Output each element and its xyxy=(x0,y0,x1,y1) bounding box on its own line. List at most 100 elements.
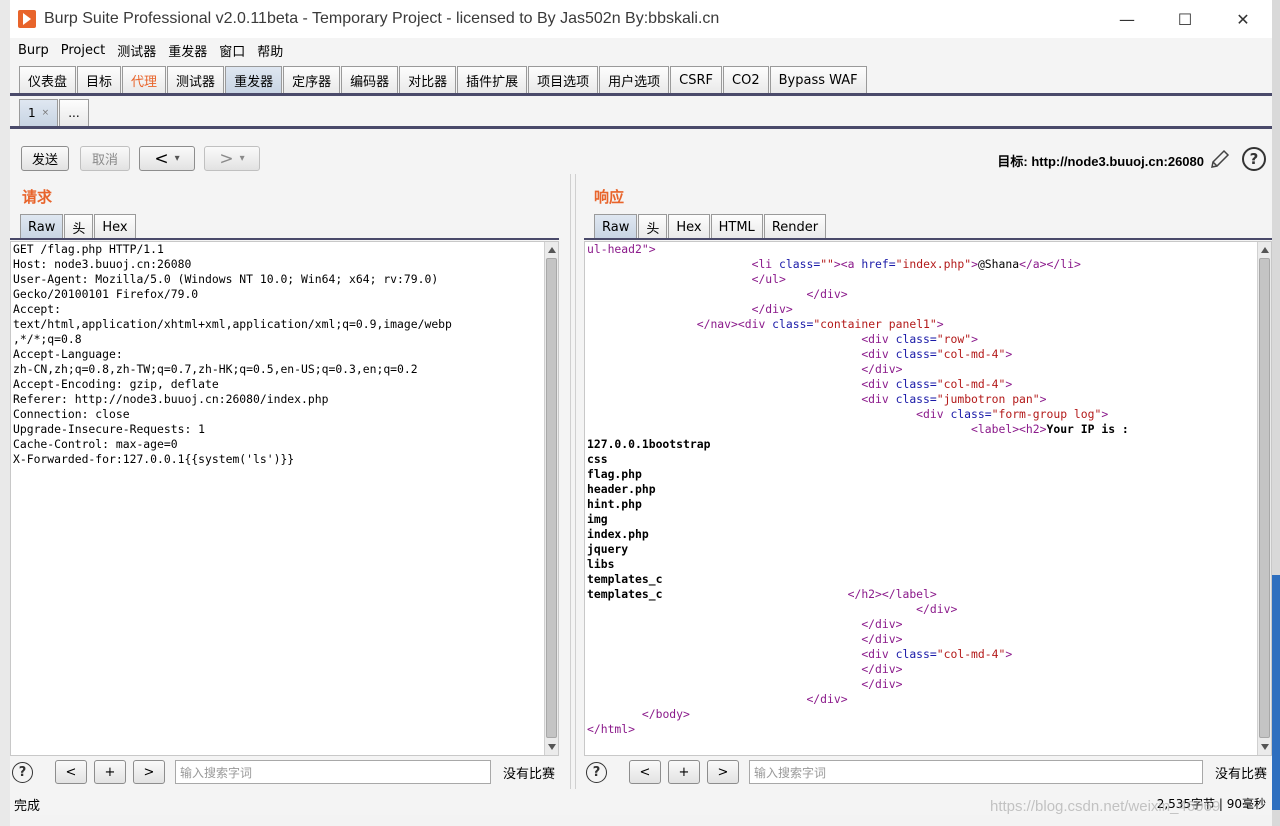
request-scrollbar-thumb[interactable] xyxy=(546,258,557,738)
help-icon[interactable]: ? xyxy=(1242,147,1266,171)
search-prev-button[interactable]: < xyxy=(629,760,661,784)
request-line: Upgrade-Insecure-Requests: 1 xyxy=(13,422,206,436)
background-scrollbar xyxy=(1272,0,1280,826)
back-button[interactable]: < ▾ xyxy=(139,146,195,171)
response-tab-headers[interactable]: 头 xyxy=(638,214,668,239)
search-help-icon[interactable]: ? xyxy=(12,761,33,783)
scroll-up-icon[interactable] xyxy=(548,247,556,253)
response-scrollbar-thumb[interactable] xyxy=(1259,258,1270,738)
request-tab-underline xyxy=(10,238,559,240)
close-tab-icon[interactable]: × xyxy=(42,108,50,118)
request-editor[interactable]: GET /flag.php HTTP/1.1 Host: node3.buuoj.… xyxy=(10,241,559,756)
tab-decoder[interactable]: 编码器 xyxy=(341,66,399,93)
request-tab-headers[interactable]: 头 xyxy=(64,214,94,239)
request-line: Cache-Control: max-age=0 xyxy=(13,437,178,451)
search-next-button[interactable]: > xyxy=(707,760,739,784)
tab-sequencer[interactable]: 定序器 xyxy=(283,66,341,93)
tab-comparer[interactable]: 对比器 xyxy=(399,66,457,93)
tab-project-options[interactable]: 项目选项 xyxy=(528,66,599,93)
tab-user-options[interactable]: 用户选项 xyxy=(599,66,670,93)
request-line: Accept: xyxy=(13,302,62,316)
ls-output-line: templates_c xyxy=(587,572,663,586)
response-link-text: @Shana xyxy=(977,257,1020,271)
your-ip-label: Your IP is : xyxy=(1046,422,1129,436)
background-window-edge xyxy=(0,0,10,826)
search-add-button[interactable]: + xyxy=(94,760,126,784)
forward-button[interactable]: > ▾ xyxy=(204,146,260,171)
response-title: 响应 xyxy=(594,189,625,206)
request-search-bar: ? < + > 输入搜索字词 没有比赛 xyxy=(12,758,555,786)
tab-dashboard[interactable]: 仪表盘 xyxy=(19,66,77,93)
search-help-icon[interactable]: ? xyxy=(586,761,607,783)
search-prev-button[interactable]: < xyxy=(55,760,87,784)
tab-extender[interactable]: 插件扩展 xyxy=(457,66,528,93)
status-text: 完成 xyxy=(14,799,41,814)
ls-output-line: header.php xyxy=(587,482,656,496)
response-search-bar: ? < + > 输入搜索字词 没有比赛 xyxy=(586,758,1267,786)
dropdown-icon: ▾ xyxy=(174,153,180,164)
new-repeater-tab[interactable]: ... xyxy=(59,99,89,126)
repeater-panel: 发送 取消 < ▾ > ▾ 目标: http://node3.buuoj.cn:… xyxy=(10,129,1272,815)
scroll-up-icon[interactable] xyxy=(1261,247,1269,253)
request-line: Gecko/20100101 Firefox/79.0 xyxy=(13,287,199,301)
response-tab-html[interactable]: HTML xyxy=(710,214,763,239)
request-tab-hex[interactable]: Hex xyxy=(94,214,136,239)
scroll-down-icon[interactable] xyxy=(1261,744,1269,750)
repeater-tab-label: 1 xyxy=(28,106,36,120)
target-label: 目标: http://node3.buuoj.cn:26080 xyxy=(997,154,1204,169)
close-button[interactable]: ✕ xyxy=(1214,0,1272,38)
request-line: Connection: close xyxy=(13,407,130,421)
response-tab-hex[interactable]: Hex xyxy=(668,214,710,239)
menu-repeater[interactable]: 重发器 xyxy=(164,41,211,60)
tab-intruder[interactable]: 测试器 xyxy=(167,66,225,93)
menu-burp[interactable]: Burp xyxy=(14,43,53,58)
edit-target-pencil-icon[interactable] xyxy=(1208,147,1232,171)
cancel-button[interactable]: 取消 xyxy=(80,146,130,171)
request-tab-raw[interactable]: Raw xyxy=(20,214,64,239)
request-view-tabs: Raw 头 Hex xyxy=(20,213,137,239)
tab-repeater[interactable]: 重发器 xyxy=(225,66,283,93)
request-line: zh-CN,zh;q=0.8,zh-TW;q=0.7,zh-HK;q=0.5,e… xyxy=(13,362,418,376)
back-arrow-icon: < xyxy=(154,148,169,169)
minimize-button[interactable]: — xyxy=(1098,0,1156,38)
ls-output-line: flag.php xyxy=(587,467,642,481)
title-bar: Burp Suite Professional v2.0.11beta - Te… xyxy=(10,0,1272,38)
tab-bypass-waf[interactable]: Bypass WAF xyxy=(769,66,867,93)
request-line: text/html,application/xhtml+xml,applicat… xyxy=(13,317,452,331)
request-match-count: 没有比赛 xyxy=(503,766,556,782)
response-tab-raw[interactable]: Raw xyxy=(594,214,638,239)
menu-window[interactable]: 窗口 xyxy=(215,41,249,60)
response-editor[interactable]: ul-head2"> <li class=""><a href="index.p… xyxy=(584,241,1272,756)
response-match-count: 没有比赛 xyxy=(1215,766,1268,782)
request-scrollbar[interactable] xyxy=(544,242,558,755)
request-line: Host: node3.buuoj.cn:26080 xyxy=(13,257,192,271)
response-search-input[interactable]: 输入搜索字词 xyxy=(749,760,1203,784)
menu-project[interactable]: Project xyxy=(57,43,109,58)
tab-co2[interactable]: CO2 xyxy=(723,66,769,93)
response-tab-render[interactable]: Render xyxy=(763,214,827,239)
response-tab-underline xyxy=(584,238,1272,240)
scroll-down-icon[interactable] xyxy=(548,744,556,750)
request-line: Accept-Language: xyxy=(13,347,123,361)
send-button[interactable]: 发送 xyxy=(21,146,69,171)
ls-output-line: 127.0.0.1bootstrap xyxy=(587,437,711,451)
repeater-tab-1[interactable]: 1 × xyxy=(19,99,59,126)
menu-help[interactable]: 帮助 xyxy=(253,41,287,60)
request-title: 请求 xyxy=(22,189,53,206)
window-title: Burp Suite Professional v2.0.11beta - Te… xyxy=(44,10,720,27)
menu-intruder[interactable]: 测试器 xyxy=(113,41,160,60)
tab-target[interactable]: 目标 xyxy=(77,66,122,93)
forward-arrow-icon: > xyxy=(219,148,234,169)
response-scrollbar[interactable] xyxy=(1257,242,1271,755)
response-line-head: ul-head2"> xyxy=(587,242,656,256)
request-search-input[interactable]: 输入搜索字词 xyxy=(175,760,491,784)
search-next-button[interactable]: > xyxy=(133,760,165,784)
search-add-button[interactable]: + xyxy=(668,760,700,784)
ls-output-line: img xyxy=(587,512,608,526)
ls-output-line: libs xyxy=(587,557,615,571)
tab-proxy[interactable]: 代理 xyxy=(122,66,167,93)
repeater-tab-bar: 1 × ... xyxy=(10,96,1272,129)
maximize-button[interactable]: ☐ xyxy=(1156,0,1214,38)
tab-csrf[interactable]: CSRF xyxy=(670,66,723,93)
panel-splitter[interactable] xyxy=(570,174,576,789)
